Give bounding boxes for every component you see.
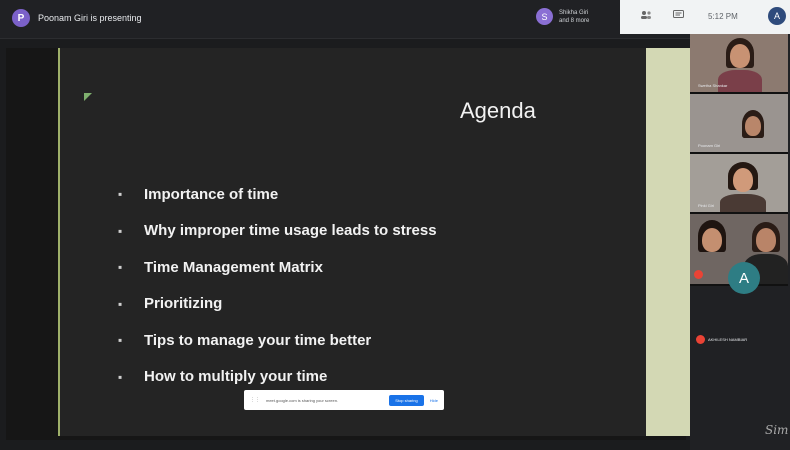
clock-time: 5:12 PM	[708, 12, 738, 21]
chip-line2: and 8 more	[559, 17, 590, 24]
slide-title: Agenda	[460, 98, 536, 123]
list-item: ▪ Why improper time usage leads to stress	[118, 222, 437, 240]
list-item: ▪ Importance of time	[118, 185, 279, 203]
presenter-info: P Poonam Giri is presenting	[12, 9, 142, 27]
user-avatar[interactable]: A	[768, 7, 786, 25]
hide-button[interactable]: Hide	[430, 398, 438, 403]
participant-avatar[interactable]: A	[728, 262, 760, 294]
muted-mic-icon	[694, 270, 703, 279]
bullet-icon: ▪	[118, 333, 123, 348]
share-notice: meet.google.com is sharing your screen.	[266, 397, 339, 403]
slide-corner-mark-icon	[84, 93, 92, 101]
list-item: ▪ Time Management Matrix	[118, 258, 323, 276]
slide-side-strip	[646, 48, 694, 436]
signature-watermark: Sim	[765, 423, 789, 437]
list-item: ▪ Prioritizing	[118, 295, 223, 313]
meeting-participants-chip[interactable]: S Shikha Giri and 8 more	[536, 8, 589, 25]
list-item: ▪ Tips to manage your time better	[118, 331, 372, 349]
agenda-list: ▪ Importance of time ▪ Why improper time u…	[118, 176, 437, 395]
people-icon[interactable]	[640, 10, 652, 23]
chat-icon[interactable]	[673, 10, 684, 23]
participant-tile[interactable]: Swetha Shankar	[690, 34, 788, 94]
bullet-icon: ▪	[118, 369, 123, 384]
participant-name: Poonam Giri	[698, 143, 721, 148]
shared-screen: Agenda ▪ Importance of time ▪ Why improper…	[6, 48, 694, 440]
stop-sharing-button[interactable]: Stop sharing	[389, 394, 424, 406]
participants-panel: Swetha Shankar Poonam Giri Pinki Giri	[690, 34, 790, 450]
participant-tile[interactable]: Poonam Giri	[690, 94, 788, 154]
presenter-avatar: P	[12, 9, 30, 27]
chip-line1: Shikha Giri	[559, 9, 589, 16]
bullet-icon: ▪	[118, 187, 123, 202]
bullet-icon: ▪	[118, 260, 123, 275]
participant-name: AKHILESH NAMBIAR	[708, 337, 748, 342]
participant-name: Swetha Shankar	[698, 83, 728, 88]
bullet-icon: ▪	[118, 223, 123, 238]
muted-mic-icon	[696, 335, 705, 344]
participant-tile[interactable]: Pinki Giri	[690, 154, 788, 214]
participant-name: Pinki Giri	[698, 203, 715, 208]
presenter-label: Poonam Giri is presenting	[38, 13, 142, 23]
drag-handle-icon[interactable]: ⋮⋮	[250, 397, 260, 403]
bullet-icon: ▪	[118, 296, 123, 311]
screen-share-bar: ⋮⋮ meet.google.com is sharing your scree…	[244, 390, 444, 410]
chip-avatar: S	[536, 8, 553, 25]
